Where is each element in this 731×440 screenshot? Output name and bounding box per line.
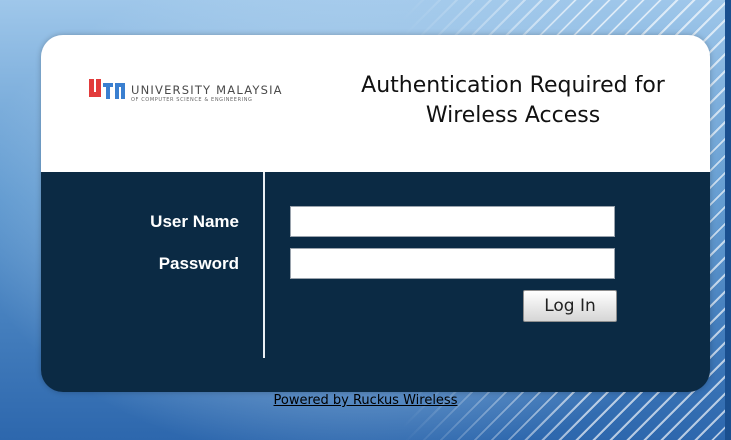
page-title-line-2: Wireless Access: [425, 103, 601, 128]
logo-text: UNIVERSITY MALAYSIA: [131, 83, 283, 97]
login-button[interactable]: Log In: [523, 290, 617, 322]
username-input[interactable]: [290, 206, 615, 237]
login-card: UNIVERSITY MALAYSIA OF COMPUTER SCIENCE …: [41, 35, 710, 392]
powered-by-link[interactable]: Powered by Ruckus Wireless: [274, 393, 458, 408]
university-logo: UNIVERSITY MALAYSIA OF COMPUTER SCIENCE …: [89, 79, 315, 107]
window-frame-edge: [725, 0, 731, 440]
page-title-line-1: Authentication Required for: [361, 73, 665, 98]
university-logo-mark-icon: [89, 79, 125, 99]
username-label: User Name: [150, 212, 239, 231]
page-title: Authentication Required for Wireless Acc…: [323, 71, 703, 131]
logo-subtext: OF COMPUTER SCIENCE & ENGINEERING: [131, 97, 253, 103]
footer: Powered by Ruckus Wireless: [0, 393, 731, 408]
card-header: UNIVERSITY MALAYSIA OF COMPUTER SCIENCE …: [41, 35, 710, 172]
password-label: Password: [158, 254, 239, 273]
vertical-divider: [263, 172, 265, 358]
login-form-panel: User Name Password Log In: [41, 172, 710, 392]
password-input[interactable]: [290, 248, 615, 279]
